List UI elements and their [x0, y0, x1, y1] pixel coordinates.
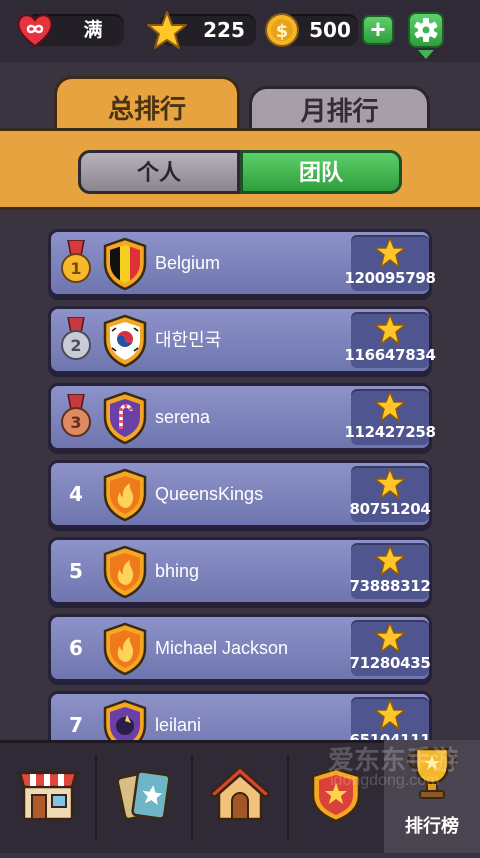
- segment-team[interactable]: 团队: [240, 150, 402, 194]
- add-coins-button[interactable]: +: [362, 15, 394, 45]
- team-name: QueensKings: [155, 484, 264, 504]
- svg-text:3: 3: [70, 413, 81, 432]
- leaderboard-row[interactable]: 3 serena 112427258: [48, 383, 436, 451]
- nav-shop[interactable]: [0, 743, 95, 853]
- korea-flag-shield-icon: [103, 314, 147, 368]
- fire-shield-icon: [103, 468, 147, 522]
- rank-number: 6: [69, 636, 83, 660]
- lives-label: 满: [83, 19, 103, 41]
- tab-overall[interactable]: 总排行: [54, 76, 240, 133]
- shop-icon: [18, 771, 78, 821]
- bronze-medal-icon: 3: [61, 394, 91, 437]
- coins-count: 500: [309, 18, 351, 42]
- leaderboard-row[interactable]: 2 대한민국 116647834: [48, 306, 436, 374]
- leaderboard-list[interactable]: 1 Belgium 120095798 2 대한민국 116647834 3 s…: [0, 225, 480, 740]
- team-name: Michael Jackson: [155, 638, 289, 658]
- home-icon: [208, 765, 272, 821]
- rank-number: 5: [69, 559, 83, 583]
- team-score: 80751204: [349, 500, 431, 518]
- leaderboard-row[interactable]: 7 leilani 65104111: [48, 691, 432, 740]
- star-icon: [374, 237, 406, 268]
- leaderboard-row[interactable]: 6 Michael Jackson 71280435: [48, 614, 432, 682]
- team-name: leilani: [155, 715, 202, 735]
- leaderboard-row[interactable]: 1 Belgium 120095798: [48, 229, 436, 297]
- team-name: serena: [155, 407, 211, 427]
- watermark-url: idongdong.com: [330, 772, 440, 789]
- gold-medal-icon: 1: [61, 240, 91, 283]
- purple-shield-icon: [103, 391, 147, 445]
- team-name: bhing: [155, 561, 200, 581]
- star-icon: [374, 622, 406, 653]
- silver-medal-icon: 2: [61, 317, 91, 360]
- settings-button[interactable]: [408, 12, 444, 48]
- team-score: 65104111: [349, 731, 431, 740]
- team-score: 116647834: [344, 346, 436, 364]
- segment-individual[interactable]: 个人: [78, 150, 240, 194]
- nav-leaderboard-label: 排行榜: [405, 816, 459, 837]
- score-box: 71280435: [349, 620, 431, 676]
- star-icon: [374, 699, 406, 730]
- fire-shield-icon: [103, 622, 147, 676]
- star-icon: [374, 545, 406, 576]
- score-box: 80751204: [349, 466, 431, 522]
- tab-monthly[interactable]: 月排行: [249, 86, 430, 133]
- settings-pointer: [418, 50, 434, 59]
- team-score: 71280435: [349, 654, 431, 672]
- team-name: Belgium: [155, 253, 221, 273]
- score-box: 65104111: [349, 697, 431, 740]
- score-box: 112427258: [344, 389, 436, 445]
- star-icon: [374, 314, 406, 345]
- nav-cards[interactable]: [97, 743, 192, 853]
- score-box: 120095798: [344, 235, 436, 291]
- score-box: 73888312: [349, 543, 431, 599]
- score-box: 116647834: [344, 312, 436, 368]
- leaderboard-row[interactable]: 4 QueensKings 80751204: [48, 460, 432, 528]
- svg-text:2: 2: [70, 336, 81, 355]
- team-name: 대한민국: [155, 330, 222, 350]
- svg-text:1: 1: [70, 259, 81, 278]
- star-icon: [374, 391, 406, 422]
- heart-icon: [17, 14, 53, 48]
- team-score: 73888312: [349, 577, 431, 595]
- unicorn-shield-icon: [103, 699, 147, 740]
- nav-home[interactable]: [193, 743, 288, 853]
- star-icon: [147, 11, 187, 49]
- rank-number: 4: [69, 482, 83, 506]
- coin-icon: $: [265, 13, 299, 47]
- star-icon: [374, 468, 406, 499]
- stars-count: 225: [203, 18, 245, 42]
- top-hud: 满 225 500 $ +: [0, 0, 480, 62]
- svg-text:$: $: [276, 21, 289, 42]
- fire-shield-icon: [103, 545, 147, 599]
- leaderboard-row[interactable]: 5 bhing 73888312: [48, 537, 432, 605]
- rank-number: 7: [69, 713, 83, 737]
- belgium-flag-shield-icon: [103, 237, 147, 291]
- team-score: 120095798: [344, 269, 436, 287]
- gear-icon: [414, 18, 438, 42]
- cards-icon: [116, 770, 171, 821]
- team-score: 112427258: [344, 423, 436, 441]
